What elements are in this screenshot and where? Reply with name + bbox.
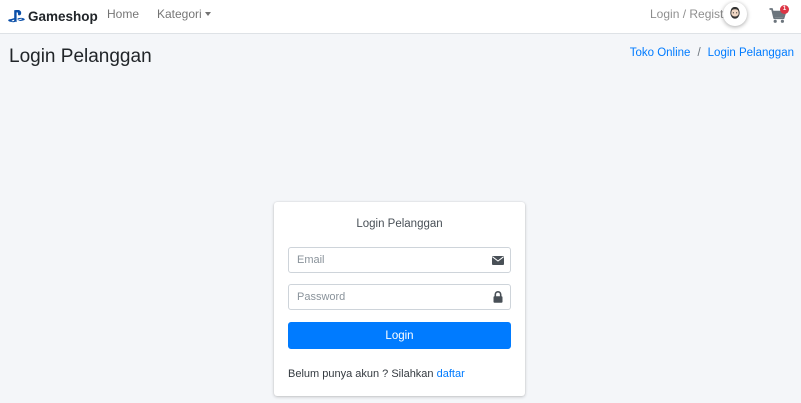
login-card-title: Login Pelanggan (356, 218, 443, 230)
playstation-icon (8, 9, 25, 22)
register-prompt: Belum punya akun ? Silahkan daftar (288, 368, 465, 380)
top-navbar: Gameshop Home Kategori Login / Register … (0, 0, 801, 34)
email-input-group (288, 247, 511, 273)
page-title: Login Pelanggan (9, 46, 152, 67)
nav-home[interactable]: Home (107, 7, 139, 21)
lock-icon (486, 285, 510, 309)
cart-count-badge: 1 (780, 5, 789, 14)
email-input[interactable] (289, 248, 486, 272)
breadcrumb-current: Login Pelanggan (707, 47, 794, 59)
breadcrumb-separator: / (697, 47, 701, 59)
breadcrumb-toko-online[interactable]: Toko Online (630, 47, 691, 59)
login-button[interactable]: Login (288, 322, 511, 349)
password-input-group (288, 284, 511, 310)
nav-kategori-label: Kategori (157, 7, 202, 21)
avatar-face-icon (730, 7, 740, 19)
password-input[interactable] (289, 285, 486, 309)
brand-link[interactable]: Gameshop (8, 6, 98, 26)
user-avatar[interactable] (723, 2, 747, 26)
breadcrumb: Toko Online / Login Pelanggan (630, 47, 794, 59)
register-link[interactable]: daftar (437, 368, 465, 380)
caret-down-icon (204, 12, 211, 16)
envelope-icon (486, 248, 510, 272)
login-register-link[interactable]: Login / Register (650, 7, 734, 21)
register-prompt-text: Belum punya akun ? Silahkan (288, 368, 434, 380)
brand-name: Gameshop (28, 8, 98, 24)
login-card: Login Pelanggan Login Belum punya akun ?… (274, 202, 525, 396)
nav-kategori-dropdown[interactable]: Kategori (157, 7, 211, 21)
